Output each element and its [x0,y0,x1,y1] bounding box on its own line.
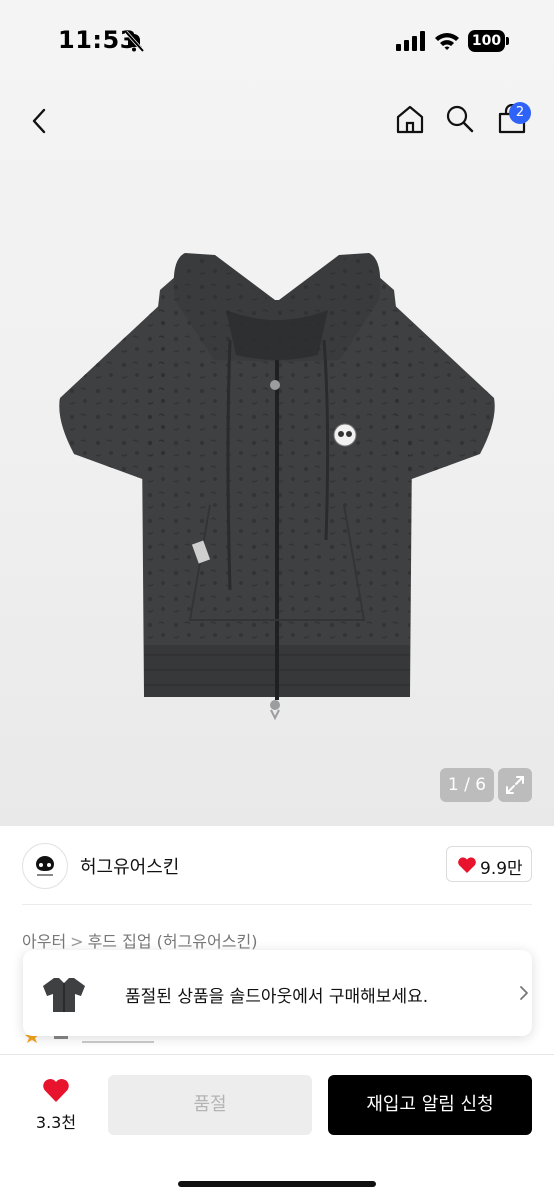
breadcrumb-subcategory[interactable]: 후드 집업 (허그유어스킨) [88,932,258,951]
bell-slash-icon [124,30,144,52]
product-detail-screen: 1 / 6 11:53 100 2 허그유어스킨 9.9만 아우터 > 후드 집… [0,0,554,1200]
wifi-icon [435,33,459,50]
home-icon[interactable] [394,104,426,134]
cart-count-badge: 2 [509,102,531,124]
product-image [59,253,495,721]
brand-row: 허그유어스킨 9.9만 [0,826,554,904]
signal-icon [396,31,425,51]
brand-logo[interactable] [22,843,68,889]
battery-indicator: 100 [468,30,510,52]
status-bar: 11:53 100 [0,0,554,84]
breadcrumb-category[interactable]: 아우터 [22,932,66,951]
search-icon[interactable] [444,104,476,134]
restock-alert-button[interactable]: 재입고 알림 신청 [328,1075,532,1135]
brand-logo-icon [36,856,54,876]
divider [22,904,532,905]
expand-image-button[interactable] [498,768,532,802]
heart-icon [458,857,476,873]
brand-like-button[interactable]: 9.9만 [446,846,532,882]
brand-name[interactable]: 허그유어스킨 [80,853,179,879]
bottom-action-bar: 3.3천 품절 재입고 알림 신청 [0,1054,554,1200]
battery-level: 100 [468,30,505,52]
soldout-banner-text: 품절된 상품을 솔드아웃에서 구매해보세요. [125,987,429,1007]
breadcrumb: 아우터 > 후드 집업 (허그유어스킨) [22,928,257,952]
breadcrumb-separator: > [70,932,84,951]
back-icon[interactable] [28,106,52,136]
heart-icon[interactable] [42,1077,70,1103]
soldout-button: 품절 [108,1075,312,1135]
brand-like-count: 9.9만 [480,859,523,879]
soldout-banner[interactable]: 품절된 상품을 솔드아웃에서 구매해보세요. [23,950,532,1036]
image-counter: 1 / 6 [440,768,494,802]
soldout-thumbnail [43,978,85,1012]
expand-icon [506,776,524,794]
home-indicator [178,1181,376,1187]
chevron-right-icon [520,986,528,1000]
battery-tip [506,37,509,45]
product-like-count: 3.3천 [35,1113,77,1132]
top-nav [0,96,554,146]
